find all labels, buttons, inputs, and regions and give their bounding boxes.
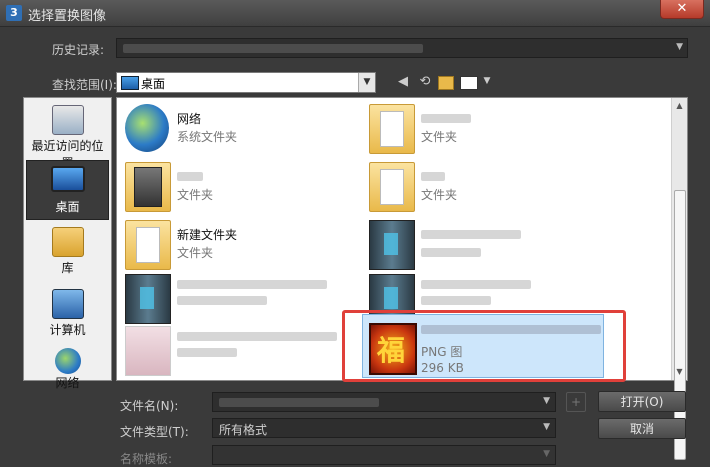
file-type: 系统文件夹 [177,130,238,144]
blurred-name [177,332,337,341]
file-size: 296 KB [421,361,464,375]
file-item-image[interactable] [119,322,359,380]
place-library[interactable]: 库 [26,222,109,282]
vertical-scrollbar[interactable]: ▲ ▼ [671,98,687,460]
desktop-icon [50,166,85,192]
blurred-name [421,280,531,289]
place-label: 网络 [55,376,80,390]
file-type: 文件夹 [177,246,214,260]
folder-icon [369,104,415,154]
chevron-down-icon[interactable]: ▼ [478,76,496,92]
folder-icon [125,162,171,212]
file-item-network[interactable]: 网络 系统文件夹 [119,100,359,160]
template-select[interactable]: ▼ [212,445,556,465]
places-bar: 最近访问的位置 桌面 库 计算机 网络 [23,97,112,390]
open-button[interactable]: 打开(O) [598,391,686,412]
file-type: 文件夹 [421,188,458,202]
file-name: 新建文件夹 [177,228,238,242]
image-thumbnail-icon [369,220,415,270]
app-3ds-icon: 3 [6,5,22,21]
file-item-new-folder[interactable]: 新建文件夹 文件夹 [119,216,359,276]
fu-image-thumbnail-icon [369,323,417,375]
blurred-name [421,114,471,123]
chevron-down-icon[interactable]: ▼ [543,449,550,459]
lookin-value: 桌面 [141,77,166,91]
filetype-label: 文件类型(T): [120,425,189,439]
network-icon [125,104,169,152]
blurred-type [177,348,237,357]
back-arrow-icon[interactable]: ◀ [394,74,412,90]
place-label: 桌面 [55,200,80,214]
filetype-value: 所有格式 [219,423,268,437]
chevron-down-icon[interactable]: ▼ [358,73,375,92]
place-label: 计算机 [49,323,86,337]
place-desktop[interactable]: 桌面 [26,160,109,220]
blurred-name [421,172,445,181]
folder-icon [125,220,171,270]
blurred-type [421,296,491,305]
blurred-name [421,230,521,239]
file-item-folder[interactable]: 文件夹 [363,158,603,218]
file-item-image[interactable] [119,270,359,330]
file-item-selected-png[interactable]: PNG 图 296 KB [362,314,604,378]
folder-icon [369,162,415,212]
chevron-down-icon[interactable]: ▼ [676,42,683,52]
lookin-combo[interactable]: 桌面 ▼ [116,72,376,93]
chevron-down-icon[interactable]: ▼ [543,396,550,406]
place-computer[interactable]: 计算机 [26,284,109,344]
view-menu-icon[interactable] [460,76,478,90]
place-network[interactable]: 网络 [26,346,109,390]
scroll-down-icon[interactable]: ▼ [672,364,687,380]
file-type: 文件夹 [177,188,214,202]
template-label: 名称模板: [120,452,173,466]
blurred-name [177,280,327,289]
filename-blurred-text [219,398,379,407]
plus-button[interactable]: + [566,392,586,412]
file-item-folder[interactable]: 文件夹 [119,158,359,218]
file-type: 文件夹 [421,130,458,144]
file-item-folder[interactable]: 文件夹 [363,100,603,160]
scroll-up-icon[interactable]: ▲ [672,98,687,114]
desktop-icon [121,76,139,90]
blurred-name [421,325,601,334]
network-icon [54,348,81,374]
up-folder-icon[interactable]: ⟲ [416,74,434,90]
new-folder-icon[interactable] [438,76,454,90]
filename-label: 文件名(N): [120,399,179,413]
image-thumbnail-icon [125,274,171,324]
lookin-label: 查找范围(I): [52,78,117,92]
blurred-type [421,248,481,257]
image-thumbnail-icon [125,326,171,376]
file-name: 网络 [177,112,202,126]
blurred-name [177,172,203,181]
cancel-button[interactable]: 取消 [598,418,686,439]
chevron-down-icon[interactable]: ▼ [543,422,550,432]
history-combo[interactable]: ▼ [116,38,688,58]
file-item-image[interactable] [363,216,663,276]
file-list: 网络 系统文件夹 文件夹 文件夹 文件夹 新建文件夹 文件夹 福 PNG 图 2… [116,97,688,381]
place-recent[interactable]: 最近访问的位置 [26,100,109,170]
close-button[interactable]: ✕ [660,0,704,19]
blurred-type [177,296,267,305]
history-label: 历史记录: [52,43,105,57]
computer-icon [51,289,84,319]
filetype-select[interactable]: 所有格式 ▼ [212,418,556,438]
window-title: 选择置换图像 [28,9,107,24]
title-bar: 3 选择置换图像 ✕ [0,0,710,27]
file-type: PNG 图 [421,345,463,359]
filename-input[interactable]: ▼ [212,392,556,412]
library-icon [51,227,84,257]
history-blurred-text [123,44,423,53]
recent-places-icon [51,105,84,135]
place-label: 库 [61,261,74,275]
